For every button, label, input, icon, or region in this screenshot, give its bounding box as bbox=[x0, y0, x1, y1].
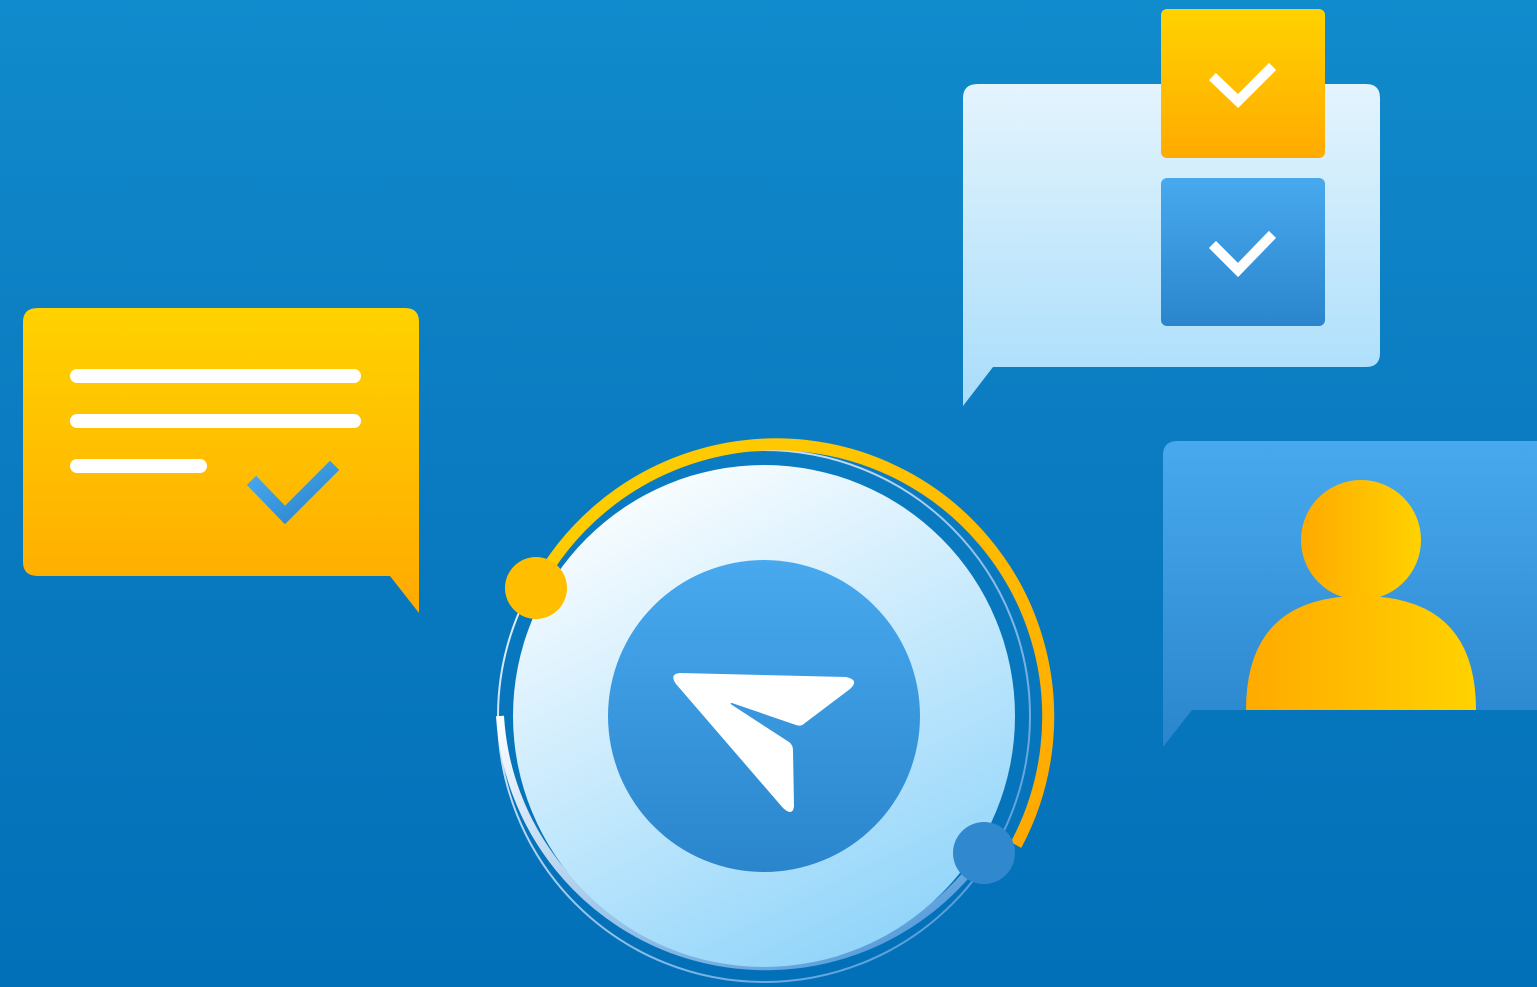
inner-disc bbox=[608, 560, 920, 872]
checkbox-yellow bbox=[1161, 9, 1325, 158]
user-head bbox=[1301, 480, 1421, 600]
orbit-dot-blue bbox=[953, 822, 1015, 884]
checkbox-blue-box bbox=[1161, 178, 1325, 326]
user-bubble-icon bbox=[1163, 441, 1537, 747]
orbit-dot-yellow bbox=[505, 557, 567, 619]
illustration-svg bbox=[23, 9, 1537, 983]
send-badge bbox=[496, 438, 1055, 983]
checkbox-yellow-box bbox=[1161, 9, 1325, 158]
message-bubble-icon bbox=[23, 308, 419, 613]
checklist-bubble-icon bbox=[963, 9, 1380, 406]
checkbox-blue bbox=[1161, 178, 1325, 326]
illustration-canvas bbox=[0, 0, 1537, 987]
